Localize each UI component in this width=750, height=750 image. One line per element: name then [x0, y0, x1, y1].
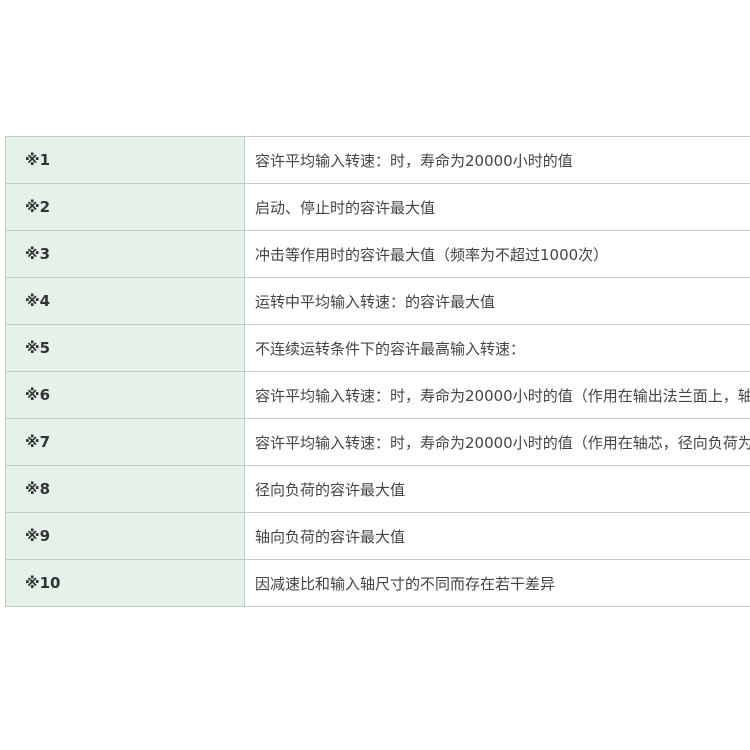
note-mark: ※2 [5, 183, 245, 231]
note-text: 容许平均输入转速：时，寿命为20000小时的值（作用在输出法兰面上，轴 [244, 371, 750, 419]
note-mark: ※4 [5, 277, 245, 325]
note-text: 容许平均输入转速：时，寿命为20000小时的值 [244, 136, 750, 184]
note-mark: ※7 [5, 418, 245, 466]
note-text: 启动、停止时的容许最大值 [244, 183, 750, 231]
notes-table: ※1 容许平均输入转速：时，寿命为20000小时的值 ※2 启动、停止时的容许最… [5, 136, 750, 607]
table-row: ※4 运转中平均输入转速：的容许最大值 [5, 277, 750, 325]
note-text: 因减速比和输入轴尺寸的不同而存在若干差异 [244, 559, 750, 607]
table-row: ※6 容许平均输入转速：时，寿命为20000小时的值（作用在输出法兰面上，轴 [5, 371, 750, 419]
table-row: ※10 因减速比和输入轴尺寸的不同而存在若干差异 [5, 559, 750, 607]
note-mark: ※9 [5, 512, 245, 560]
note-text: 轴向负荷的容许最大值 [244, 512, 750, 560]
note-mark: ※5 [5, 324, 245, 372]
table-row: ※7 容许平均输入转速：时，寿命为20000小时的值（作用在轴芯，径向负荷为 [5, 418, 750, 466]
note-text: 冲击等作用时的容许最大值（频率为不超过1000次） [244, 230, 750, 278]
table-row: ※2 启动、停止时的容许最大值 [5, 183, 750, 231]
table-row: ※1 容许平均输入转速：时，寿命为20000小时的值 [5, 136, 750, 184]
note-text: 径向负荷的容许最大值 [244, 465, 750, 513]
table-row: ※5 不连续运转条件下的容许最高输入转速： [5, 324, 750, 372]
note-mark: ※8 [5, 465, 245, 513]
note-text: 运转中平均输入转速：的容许最大值 [244, 277, 750, 325]
note-text: 不连续运转条件下的容许最高输入转速： [244, 324, 750, 372]
table-row: ※8 径向负荷的容许最大值 [5, 465, 750, 513]
table-row: ※3 冲击等作用时的容许最大值（频率为不超过1000次） [5, 230, 750, 278]
note-mark: ※6 [5, 371, 245, 419]
note-text: 容许平均输入转速：时，寿命为20000小时的值（作用在轴芯，径向负荷为 [244, 418, 750, 466]
note-mark: ※10 [5, 559, 245, 607]
note-mark: ※3 [5, 230, 245, 278]
note-mark: ※1 [5, 136, 245, 184]
table-row: ※9 轴向负荷的容许最大值 [5, 512, 750, 560]
